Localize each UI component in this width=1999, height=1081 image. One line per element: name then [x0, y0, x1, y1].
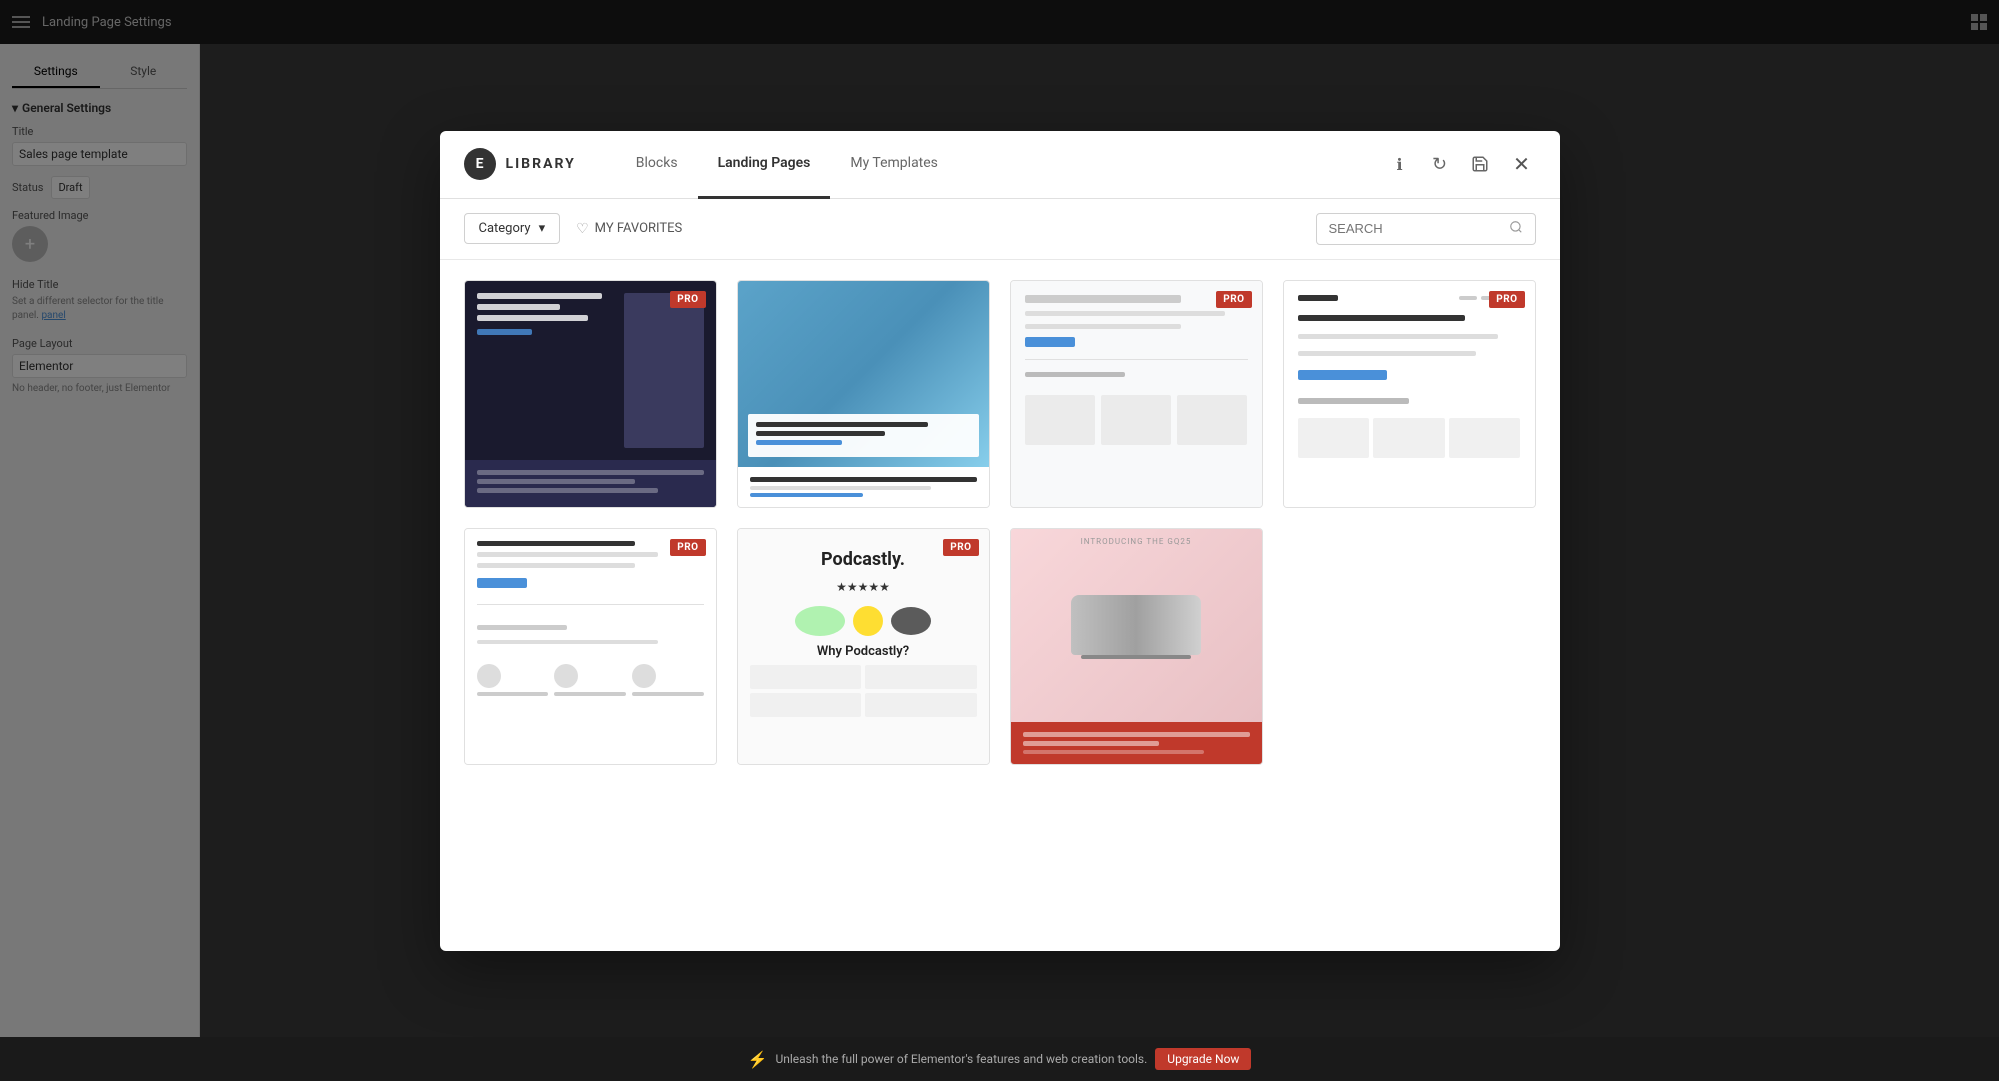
- template-thumbnail: PRO INTRODUCING THE GQ25: [1011, 529, 1262, 764]
- template-thumbnail: PRO: [1284, 281, 1535, 507]
- template-thumbnail: PRO: [465, 529, 716, 764]
- editor-bottom-bar: ⚡ Unleash the full power of Elementor's …: [0, 1037, 1999, 1081]
- category-dropdown[interactable]: Category ▾: [464, 213, 561, 244]
- search-icon: [1509, 220, 1523, 238]
- template-card-wireframe-services-1[interactable]: PRO Wireframe – Services 1 – F: [1010, 280, 1263, 508]
- search-input[interactable]: [1329, 221, 1509, 236]
- template-card-construction[interactable]: PRO: [737, 280, 990, 508]
- pro-badge: PRO: [1216, 291, 1251, 308]
- modal-close-button[interactable]: ✕: [1508, 150, 1536, 178]
- heart-icon: ♡: [576, 221, 589, 237]
- template-label: Digital Course – eCommerce – Flexb...: [465, 507, 716, 508]
- modal-body: PRO: [440, 260, 1560, 951]
- modal-overlay: E LIBRARY Blocks Landing Pages My Templa…: [0, 0, 1999, 1081]
- upgrade-button[interactable]: Upgrade Now: [1155, 1048, 1251, 1070]
- library-logo: E LIBRARY: [464, 148, 576, 180]
- template-card-podcast[interactable]: PRO Podcastly. ★★★★★ Why Podcastly?: [737, 528, 990, 765]
- modal-tabs: Blocks Landing Pages My Templates: [616, 131, 1388, 198]
- template-thumbnail: PRO: [738, 281, 989, 507]
- template-card-wireframe-services-3[interactable]: PRO: [1283, 280, 1536, 508]
- modal-header-actions: ℹ ↻ ✕: [1388, 150, 1536, 178]
- favorites-button[interactable]: ♡ MY FAVORITES: [576, 221, 682, 237]
- template-thumbnail: PRO: [1011, 281, 1262, 507]
- templates-grid: PRO: [464, 280, 1536, 765]
- modal-toolbar: Category ▾ ♡ MY FAVORITES: [440, 199, 1560, 260]
- search-box: [1316, 213, 1536, 245]
- sync-icon[interactable]: ↻: [1428, 152, 1452, 176]
- template-label: Wireframe – Services 3 – Flexbox - lp: [1284, 507, 1535, 508]
- library-modal: E LIBRARY Blocks Landing Pages My Templa…: [440, 131, 1560, 951]
- bottom-promo-text: Unleash the full power of Elementor's fe…: [775, 1052, 1147, 1066]
- template-card-luxury-car[interactable]: PRO INTRODUCING THE GQ25: [1010, 528, 1263, 765]
- library-logo-icon: E: [464, 148, 496, 180]
- tab-my-templates[interactable]: My Templates: [830, 131, 958, 199]
- template-label: Podcast Hosting Platform - lp: [738, 764, 989, 765]
- template-label: Wireframe – Webinar 1 – Flexbox – lp: [465, 764, 716, 765]
- pro-badge: PRO: [1489, 291, 1524, 308]
- template-card-digital-course[interactable]: PRO: [464, 280, 717, 508]
- info-icon[interactable]: ℹ: [1388, 152, 1412, 176]
- modal-header: E LIBRARY Blocks Landing Pages My Templa…: [440, 131, 1560, 199]
- template-thumbnail: PRO: [465, 281, 716, 507]
- save-icon[interactable]: [1468, 152, 1492, 176]
- pro-badge: PRO: [943, 539, 978, 556]
- template-card-webinar[interactable]: PRO: [464, 528, 717, 765]
- pro-badge: PRO: [670, 539, 705, 556]
- library-logo-text: LIBRARY: [506, 156, 576, 172]
- pro-badge: PRO: [670, 291, 705, 308]
- template-label: Luxury Car – Product – Flexbox – lp: [1011, 764, 1262, 765]
- chevron-down-icon: ▾: [539, 221, 546, 236]
- tab-blocks[interactable]: Blocks: [616, 131, 698, 199]
- template-label: Wireframe – Services 1 – Flexbox - lp: [1011, 507, 1262, 508]
- template-thumbnail: PRO Podcastly. ★★★★★ Why Podcastly?: [738, 529, 989, 764]
- tab-landing-pages[interactable]: Landing Pages: [698, 131, 831, 199]
- template-label: Construction Project – Real Estate – ...: [738, 507, 989, 508]
